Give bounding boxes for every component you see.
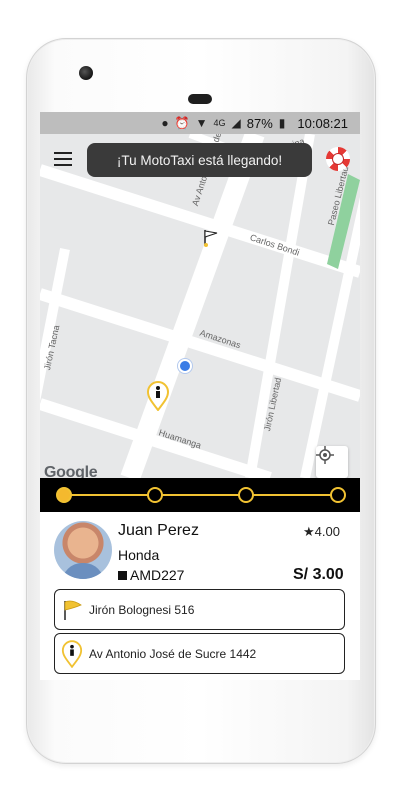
progress-step-4	[330, 487, 346, 503]
lifebuoy-icon[interactable]	[326, 147, 350, 171]
driver-rating: ★4.00	[303, 524, 340, 539]
front-camera	[79, 66, 93, 80]
my-location-button[interactable]	[316, 446, 348, 478]
arrival-toast: ¡Tu MotoTaxi está llegando!	[87, 143, 312, 177]
destination-address-text: Av Antonio José de Sucre 1442	[89, 646, 257, 661]
progress-line	[64, 494, 338, 496]
trip-progress-bar	[40, 478, 360, 512]
alarm-icon: ⏰	[174, 116, 190, 130]
plate-icon	[118, 570, 127, 580]
crosshair-icon	[316, 446, 334, 464]
driver-avatar	[54, 521, 112, 579]
destination-address[interactable]: Av Antonio José de Sucre 1442	[54, 633, 345, 674]
driver-marker-icon[interactable]	[146, 381, 170, 411]
signal-icon: ◢	[231, 116, 241, 130]
destination-marker-icon	[202, 229, 218, 247]
vehicle-model: Honda	[118, 547, 160, 563]
progress-step-3	[238, 487, 254, 503]
app-screen: ● ⏰ ▼ 4G ◢ 87% ▮ 10:08:21 Av	[40, 112, 360, 680]
origin-address-text: Jirón Bolognesi 516	[89, 602, 195, 617]
google-logo: Google	[44, 464, 98, 478]
flag-icon	[55, 599, 89, 621]
battery-icon: ▮	[278, 116, 286, 130]
progress-step-1	[56, 487, 72, 503]
wifi-icon: ▼	[195, 116, 208, 130]
status-bar: ● ⏰ ▼ 4G ◢ 87% ▮ 10:08:21	[40, 112, 360, 134]
battery-percent: 87%	[246, 115, 273, 131]
earpiece-speaker	[188, 94, 212, 104]
user-location-dot	[178, 359, 192, 373]
location-icon: ●	[161, 116, 169, 130]
person-pin-icon	[55, 639, 89, 668]
origin-address[interactable]: Jirón Bolognesi 516	[54, 589, 345, 630]
star-icon: ★	[303, 524, 315, 539]
driver-panel: Juan Perez ★4.00 Honda AMD227 S/ 3.00 Ji…	[40, 512, 360, 680]
menu-icon[interactable]	[54, 152, 72, 166]
map-view[interactable]: Av Antonio José de Sucre Carlos Bondi Am…	[40, 134, 360, 478]
trip-price: S/ 3.00	[293, 566, 344, 583]
driver-name: Juan Perez	[118, 522, 199, 539]
vehicle-plate: AMD227	[118, 567, 184, 583]
network-type-label: 4G	[213, 117, 226, 128]
progress-step-2	[147, 487, 163, 503]
clock: 10:08:21	[297, 115, 348, 131]
